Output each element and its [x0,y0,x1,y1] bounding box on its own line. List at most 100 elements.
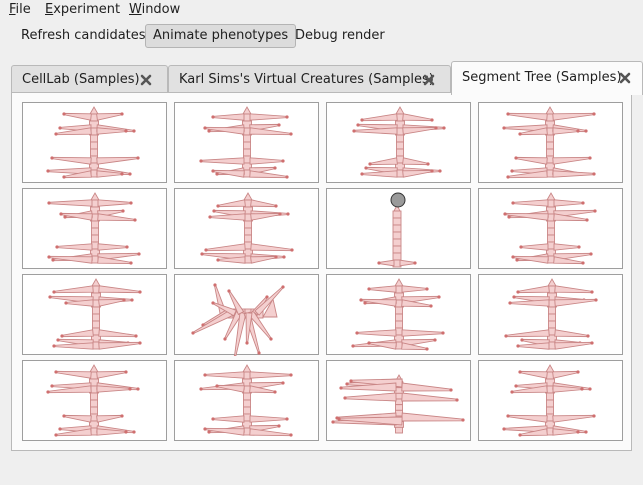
tab-karl-sims[interactable]: Karl Sims's Virtual Creatures (Samples) [168,65,451,94]
phenotype-candidate[interactable] [174,360,319,441]
creature-joint [584,129,588,133]
phenotype-candidate[interactable] [326,274,471,355]
creature-joint [191,331,195,335]
creature-joint [207,129,211,133]
creature-joint [136,156,140,160]
creature-segment [92,313,100,322]
creature-joint [132,430,136,434]
creature-joint [511,201,515,205]
phenotype-candidate[interactable] [478,360,623,441]
creature-limb [554,341,593,350]
phenotype-candidate[interactable] [326,188,471,269]
creature-joint [124,129,128,133]
creature-joint [281,159,285,163]
creature-joint [504,334,508,338]
creature [200,192,294,264]
creature-joint [576,430,580,434]
creature-joint [367,287,371,291]
creature-segment [396,134,404,143]
creature-segment [395,313,403,322]
menu-file[interactable]: File [9,1,31,19]
creature-limb [249,113,288,121]
creature-joint [50,384,54,388]
refresh-candidates-button[interactable]: Refresh candidates [13,24,154,48]
phenotype-render [502,106,596,179]
creature-joint [290,248,294,252]
close-icon[interactable] [422,73,436,87]
creature-segment [547,227,555,236]
creature-joint [343,396,347,400]
phenotype-candidate[interactable] [478,274,623,355]
phenotype-candidate[interactable] [22,188,167,269]
creature-joint [510,169,514,173]
menu-experiment[interactable]: Experiment [45,1,120,19]
phenotype-candidate[interactable] [174,188,319,269]
creature-joint [584,430,588,434]
creature-limb [204,371,245,379]
creature-segment [547,234,555,243]
creature-limb [507,112,548,121]
phenotype-candidate[interactable] [478,102,623,183]
creature-joint [506,414,510,418]
creature-joint [289,132,293,136]
creature-joint [413,261,417,265]
creature-segment [548,327,556,336]
creature-segment [546,141,554,150]
creature-joint [48,295,52,299]
phenotype-candidate[interactable] [174,102,319,183]
creature-joint [211,417,215,421]
creature-segment [395,285,403,294]
creature-limb [553,243,580,251]
creature-joint [58,126,62,130]
creature-joint [577,245,581,249]
creature-segment [392,238,402,247]
creature-joint [138,290,142,294]
creature-limb [205,243,246,252]
phenotype-candidate[interactable] [174,274,319,356]
animate-phenotypes-button[interactable]: Animate phenotypes [145,24,297,48]
phenotype-candidate[interactable] [326,102,471,183]
phenotype-candidate[interactable] [22,360,167,441]
creature-joint [257,351,261,355]
creature-limb [192,309,234,335]
creature-joint [588,156,592,160]
creature-limb [353,127,398,135]
creature-head [242,364,252,373]
selected-node-marker[interactable] [390,192,406,208]
creature-segment [395,426,403,434]
creature-segment [546,406,554,415]
phenotype-render [199,106,293,179]
tab-segment-tree[interactable]: Segment Tree (Samples) [451,61,643,95]
creature-joint [576,129,580,133]
creature-segment [92,320,100,329]
creature-joint [125,245,129,249]
close-icon[interactable] [618,71,632,85]
creature-segment [91,241,99,250]
creature-segment [547,241,555,250]
phenotype-candidate[interactable] [22,274,167,355]
menu-window[interactable]: Window [129,1,180,19]
phenotype-candidate[interactable] [22,102,167,183]
creature-joint [368,162,372,166]
creature-limb [401,412,464,422]
creature-joint [360,172,364,176]
tab-celllab[interactable]: CellLab (Samples) [11,65,168,94]
creature-limb [554,329,589,338]
creature-limb [209,213,246,221]
creature-joint [269,337,273,341]
creature-joint [425,347,429,351]
close-icon[interactable] [139,73,153,87]
creature-joint [52,344,56,348]
creature-joint [461,418,465,422]
creature-limb [249,127,292,136]
creature-joint [593,209,597,213]
creature-segment [92,327,100,336]
phenotype-candidate[interactable] [326,360,471,441]
creature-joint [200,252,204,256]
phenotype-candidate[interactable] [478,188,623,269]
creature-joint [129,201,133,205]
creature-segment [90,399,98,408]
creature-joint [433,338,437,342]
debug-render-button[interactable]: Debug render [287,24,393,48]
creature-joint [518,370,522,374]
